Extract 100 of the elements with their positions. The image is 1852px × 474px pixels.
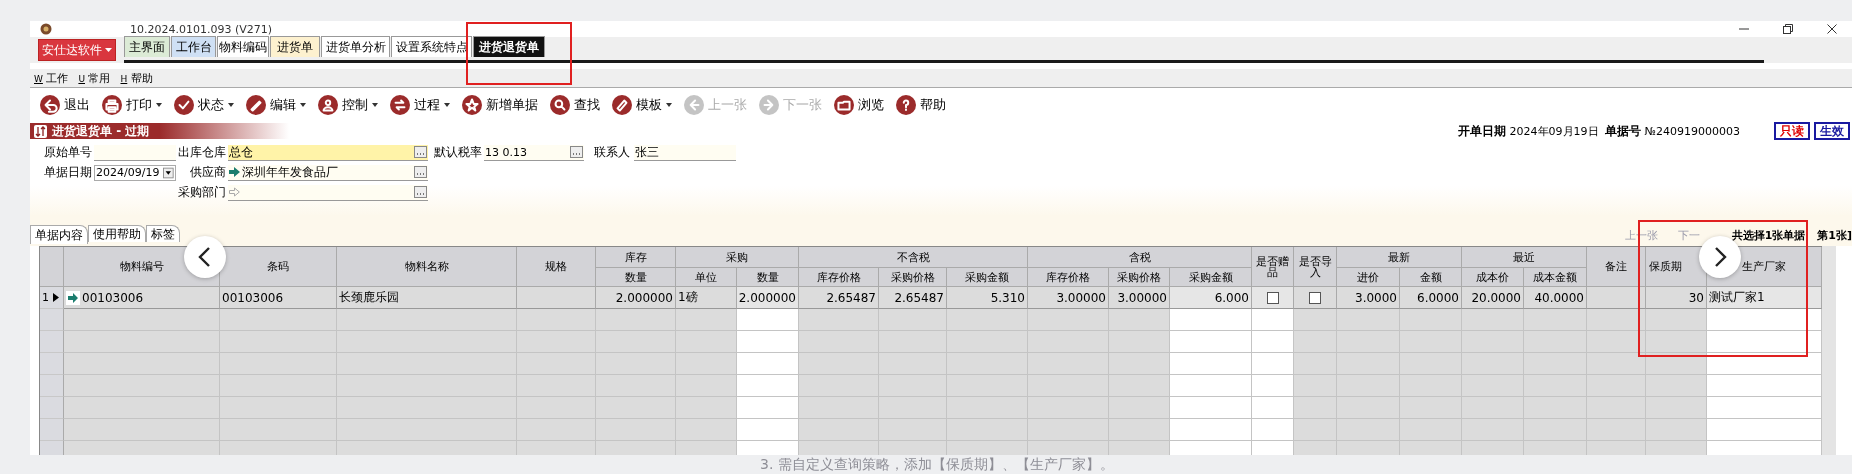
column-header: 库存价格 [1028,268,1109,287]
menu-item[interactable]: U 常用 [78,70,111,86]
table-cell [676,375,737,397]
table-cell [1587,287,1646,309]
toolbar-button[interactable]: 查找 [548,95,602,115]
eraser-icon [612,95,632,115]
table-cell: 20.0000 [1462,287,1524,309]
menu-item[interactable]: W 工作 [34,70,69,86]
table-cell: 00103006 [64,287,220,309]
search-icon [550,95,570,115]
toolbar-button[interactable]: 模板 [610,95,674,115]
table-cell [1337,375,1400,397]
toolbar-button[interactable]: 打印 [100,95,164,115]
table-cell [1400,397,1462,419]
input-field[interactable] [94,144,176,161]
table-cell [1252,419,1294,441]
table-cell [1109,331,1170,353]
tab[interactable]: 单据内容 [30,225,88,244]
table-cell [676,331,737,353]
table-cell [1587,375,1646,397]
toolbar-button[interactable]: 过程 [388,95,452,115]
tab[interactable]: 进货单分析 [321,36,390,57]
form-title: 进货退货单 - 过期 [52,122,150,140]
lookup-field[interactable]: 总仓 [228,144,428,161]
table-cell [1294,397,1337,419]
lookup-field[interactable]: 深圳年年发食品厂 [228,164,428,181]
input-field[interactable]: 张三 [634,144,736,161]
toolbar-button[interactable]: 退出 [38,95,92,115]
dropdown-icon[interactable] [163,166,174,179]
column-header: 采购价格 [1109,268,1170,287]
tab[interactable]: 进货退货单 [473,36,545,57]
background-note: 3. 需自定义查询策略，添加【保质期】、【生产厂家】。 [760,455,1114,474]
table-cell [1109,397,1170,419]
toolbar-button[interactable]: 帮助 [894,95,948,115]
tab[interactable]: 工作台 [171,36,216,57]
table-cell [1294,353,1337,375]
toolbar-button[interactable]: 状态 [172,95,236,115]
tab[interactable]: 主界面 [124,36,170,57]
table-cell [879,375,947,397]
combo-field[interactable]: 13 0.13 [484,144,584,161]
ellipsis-button[interactable] [414,186,427,198]
table-cell [676,353,737,375]
field-label: 开单日期 [1457,122,1506,140]
date-field[interactable]: 2024/09/19 [94,164,176,181]
toolbar-button[interactable]: 控制 [316,95,380,115]
table-cell: 6.0000 [1400,287,1462,309]
column-header: 成本金额 [1524,268,1587,287]
column-header: 采购金额 [947,268,1028,287]
table-cell [1462,353,1524,375]
chevron-left-icon [197,246,213,268]
selection-summary: 共选择1张单据 [1731,228,1806,244]
lookup-field[interactable] [228,184,428,201]
row-header [40,375,64,397]
table-cell [1294,331,1337,353]
tab[interactable]: 物料编码 [217,36,269,57]
menu-item[interactable]: H 帮助 [120,70,153,86]
scrollbar[interactable] [1822,246,1836,455]
column-group-header: 不含税 [799,247,1028,268]
table-cell [737,331,799,353]
ellipsis-button[interactable] [414,146,427,158]
checkbox-cell[interactable] [1252,287,1294,309]
table-cell: 长颈鹿乐园 [337,287,517,309]
table-cell: 1磅 [676,287,737,309]
table-cell [1646,419,1707,441]
exit-icon [40,95,60,115]
app-menu-button[interactable]: 安仕达软件 [38,39,116,61]
row-header [40,331,64,353]
close-icon[interactable] [1826,23,1838,35]
table-cell [1337,419,1400,441]
window-title: 10.2024.0101.093 (V271) [130,22,273,36]
table-cell [1646,353,1707,375]
tab[interactable]: 使用帮助 [88,225,146,242]
ellipsis-button[interactable] [414,166,427,178]
toolbar-button[interactable]: 新增单据 [460,95,540,115]
tab[interactable]: 进货单 [270,36,320,57]
pencil-icon [246,95,266,115]
table-cell: 2.65487 [879,287,947,309]
table-cell [1252,375,1294,397]
column-header: 数量 [737,268,799,287]
caret-icon [300,103,306,107]
field-label: 默认税率 [434,144,483,161]
table-cell: 6.000 [1170,287,1252,309]
column-group-header: 最近 [1462,247,1587,268]
tab[interactable]: 标签 [146,225,180,242]
toolbar-button[interactable]: 浏览 [832,95,886,115]
arrow-icon [229,187,240,197]
toolbar-button[interactable]: 编辑 [244,95,308,115]
checkbox-cell[interactable] [1294,287,1337,309]
ellipsis-button[interactable] [570,146,583,158]
table-cell [1462,375,1524,397]
table-cell [737,375,799,397]
column-header: 备注 [1587,247,1646,287]
table-cell [1109,419,1170,441]
field-label: 联系人 [594,144,630,161]
row-header [40,353,64,375]
arrow-icon [229,167,240,177]
restore-icon[interactable] [1782,23,1794,35]
table-cell: 2.000000 [737,287,799,309]
document-number: №240919000003 [1644,124,1740,138]
table-cell [879,353,947,375]
